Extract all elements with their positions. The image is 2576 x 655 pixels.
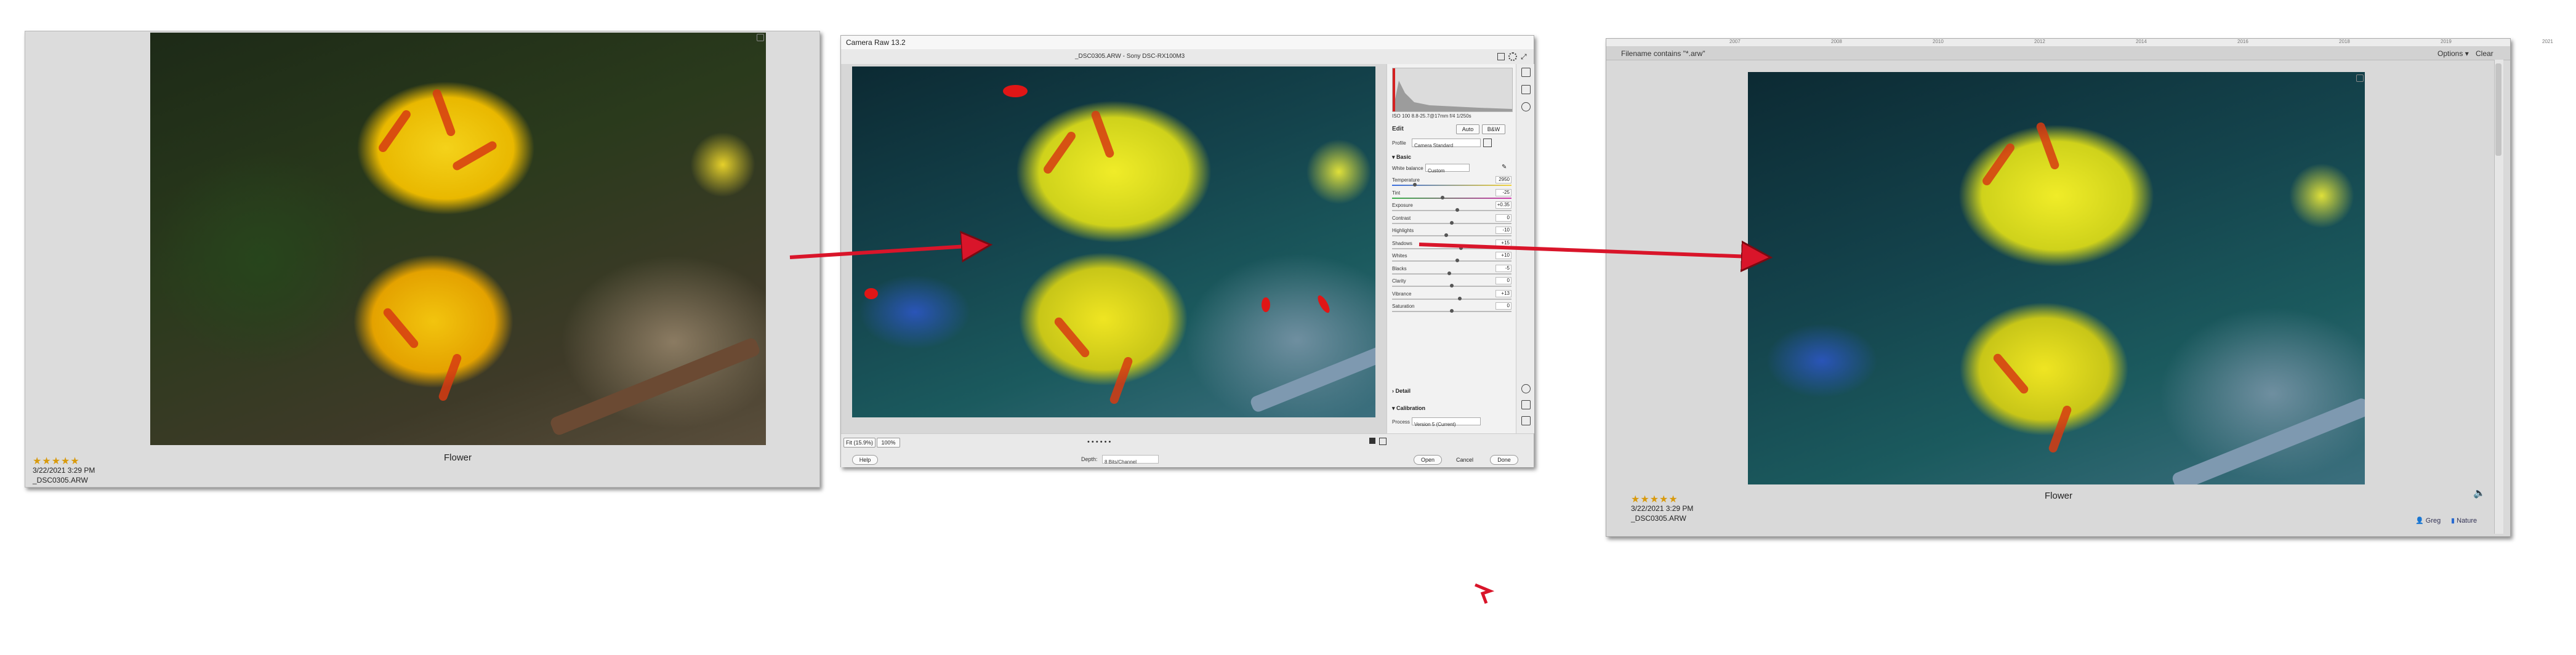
cursor-icon (1475, 583, 1495, 604)
annotation-layer (789, 0, 2576, 604)
arrow-raw-to-result (1419, 244, 1767, 257)
arrow-original-to-raw (789, 245, 987, 257)
